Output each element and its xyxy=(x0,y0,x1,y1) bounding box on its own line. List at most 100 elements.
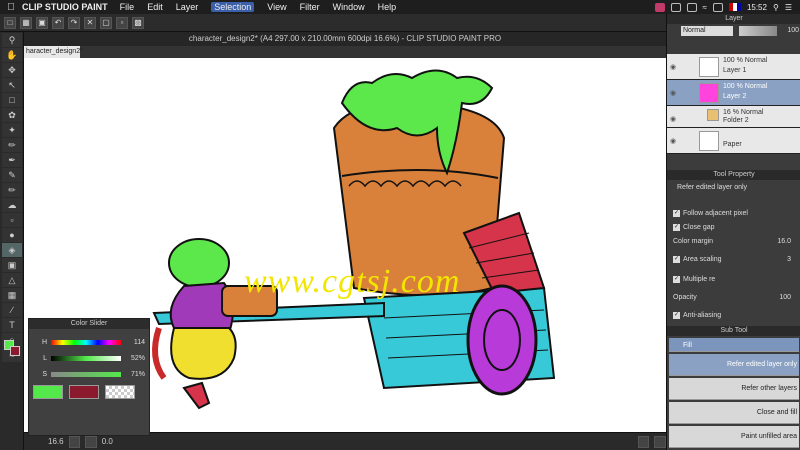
eye-icon[interactable]: ◉ xyxy=(670,115,676,123)
option-multiple-referencing[interactable]: ✓ Multiple re xyxy=(673,274,799,285)
clear-icon[interactable]: ✕ xyxy=(84,16,96,29)
search-icon[interactable]: ⚲ xyxy=(773,3,779,12)
layer-opacity-value[interactable]: 100 xyxy=(777,26,799,36)
menu-file[interactable]: File xyxy=(120,2,135,12)
folder-icon xyxy=(707,109,719,121)
battery-icon[interactable] xyxy=(712,2,723,12)
option-anti-aliasing[interactable]: ✓ Anti-aliasing xyxy=(673,310,799,321)
transparent-color-chip[interactable] xyxy=(105,385,135,399)
pencil-icon[interactable]: ✎ xyxy=(2,168,22,182)
transform-icon[interactable]: ▢ xyxy=(100,16,112,29)
blend-icon[interactable]: ● xyxy=(2,228,22,242)
hue-value[interactable]: 114 xyxy=(121,339,145,346)
clock[interactable]: 15:52 xyxy=(747,3,767,12)
saturation-slider[interactable] xyxy=(51,371,121,377)
input-flag-icon[interactable] xyxy=(728,3,741,11)
main-color-chip[interactable] xyxy=(33,385,63,399)
ruler-icon[interactable]: ∕ xyxy=(2,303,22,317)
fill-icon[interactable]: ◈ xyxy=(2,243,22,257)
option-follow-adjacent[interactable]: ✓ Follow adjacent pixel xyxy=(673,208,799,219)
gradient-icon[interactable]: ▣ xyxy=(2,258,22,272)
sub-color-swatch[interactable] xyxy=(10,346,20,356)
option-value[interactable]: 100 xyxy=(779,294,799,301)
open-icon[interactable]: ▦ xyxy=(20,16,32,29)
lasso-icon[interactable]: ✿ xyxy=(2,108,22,122)
sub-tool-item[interactable]: Refer edited layer only xyxy=(669,354,799,376)
list-icon[interactable]: ☰ xyxy=(785,3,792,12)
record-icon[interactable] xyxy=(654,2,665,12)
sub-tool-item[interactable]: Refer other layers xyxy=(669,378,799,400)
figure-icon[interactable]: △ xyxy=(2,273,22,287)
wand-icon[interactable]: ✦ xyxy=(2,123,22,137)
option-color-margin[interactable]: Color margin 16.0 xyxy=(673,236,799,247)
checkbox[interactable]: ✓ xyxy=(673,312,680,319)
layer-opacity-slider[interactable] xyxy=(739,26,777,36)
lightness-slider[interactable] xyxy=(51,355,121,361)
menu-help[interactable]: Help xyxy=(378,2,397,12)
layer-controls: Normal 100 xyxy=(667,24,800,58)
sub-tool-item[interactable]: Paint unfilled area xyxy=(669,426,799,448)
hue-slider[interactable] xyxy=(51,339,121,345)
invert-icon[interactable]: ▩ xyxy=(132,16,144,29)
undo-icon[interactable]: ↶ xyxy=(52,16,64,29)
selection-icon[interactable]: □ xyxy=(2,93,22,107)
operation-icon[interactable]: ↖ xyxy=(2,78,22,92)
layer-row[interactable]: ◉ Paper xyxy=(667,128,800,154)
eyedropper-icon[interactable]: ✏ xyxy=(2,138,22,152)
option-value[interactable]: 16.0 xyxy=(777,238,799,245)
eye-icon[interactable]: ◉ xyxy=(670,137,676,145)
deselect-icon[interactable]: ▫ xyxy=(116,16,128,29)
checkbox[interactable]: ✓ xyxy=(673,224,680,231)
pen-icon[interactable]: ✒ xyxy=(2,153,22,167)
text-icon[interactable]: T xyxy=(2,318,22,332)
blend-mode-select[interactable]: Normal xyxy=(681,26,733,36)
new-icon[interactable]: □ xyxy=(4,16,16,29)
rotate-left-icon[interactable] xyxy=(637,435,650,448)
slider-label-l: L xyxy=(43,354,47,362)
eraser-icon[interactable]: ▫ xyxy=(2,213,22,227)
option-close-gap[interactable]: ✓ Close gap xyxy=(673,222,799,233)
layer-row[interactable]: ◉ 100 % Normal Layer 2 xyxy=(667,80,800,106)
layer-mode: 16 % Normal xyxy=(723,109,764,116)
rotate-right-icon[interactable] xyxy=(654,435,667,448)
sub-tool-group-fill[interactable]: Fill xyxy=(669,338,799,352)
option-opacity[interactable]: Opacity 100 xyxy=(673,292,799,303)
cloud-icon[interactable] xyxy=(670,2,681,12)
menu-selection[interactable]: Selection xyxy=(211,2,255,12)
airbrush-icon[interactable]: ☁ xyxy=(2,198,22,212)
zoom-icon[interactable]: ⚲ xyxy=(2,33,22,47)
hand-icon[interactable]: ✋ xyxy=(2,48,22,62)
time-machine-icon[interactable] xyxy=(686,2,697,12)
lightness-value[interactable]: 52% xyxy=(121,355,145,362)
layer-mode: 100 % Normal xyxy=(723,83,768,90)
brush-icon[interactable]: ✏ xyxy=(2,183,22,197)
move-icon[interactable]: ✥ xyxy=(2,63,22,77)
app-name[interactable]: CLIP STUDIO PAINT xyxy=(22,2,108,12)
apple-icon[interactable]:  xyxy=(0,2,22,13)
menu-edit[interactable]: Edit xyxy=(147,2,163,12)
menu-filter[interactable]: Filter xyxy=(300,2,320,12)
option-value[interactable]: 3 xyxy=(787,256,799,263)
layer-row[interactable]: ◉ 16 % Normal Folder 2 xyxy=(667,106,800,128)
menu-layer[interactable]: Layer xyxy=(176,2,199,12)
save-icon[interactable]: ▣ xyxy=(36,16,48,29)
zoom-in-icon[interactable] xyxy=(85,435,97,448)
wifi-icon[interactable]: ≈ xyxy=(703,3,707,12)
saturation-value[interactable]: 71% xyxy=(121,371,145,378)
checkbox[interactable]: ✓ xyxy=(673,256,680,263)
redo-icon[interactable]: ↷ xyxy=(68,16,80,29)
eye-icon[interactable]: ◉ xyxy=(670,89,676,97)
tab-document[interactable]: haracter_design2* xyxy=(24,46,83,58)
eye-icon[interactable]: ◉ xyxy=(670,63,676,71)
option-area-scaling[interactable]: ✓ Area scaling 3 xyxy=(673,254,799,265)
zoom-out-icon[interactable] xyxy=(68,435,81,448)
menu-view[interactable]: View xyxy=(267,2,286,12)
checkbox[interactable]: ✓ xyxy=(673,210,680,217)
zoom-value[interactable]: 16.6 xyxy=(48,437,64,446)
frame-icon[interactable]: ▦ xyxy=(2,288,22,302)
layer-row[interactable]: ◉ 100 % Normal Layer 1 xyxy=(667,54,800,80)
sub-color-chip[interactable] xyxy=(69,385,99,399)
checkbox[interactable]: ✓ xyxy=(673,276,680,283)
sub-tool-item[interactable]: Close and fill xyxy=(669,402,799,424)
menu-window[interactable]: Window xyxy=(333,2,365,12)
